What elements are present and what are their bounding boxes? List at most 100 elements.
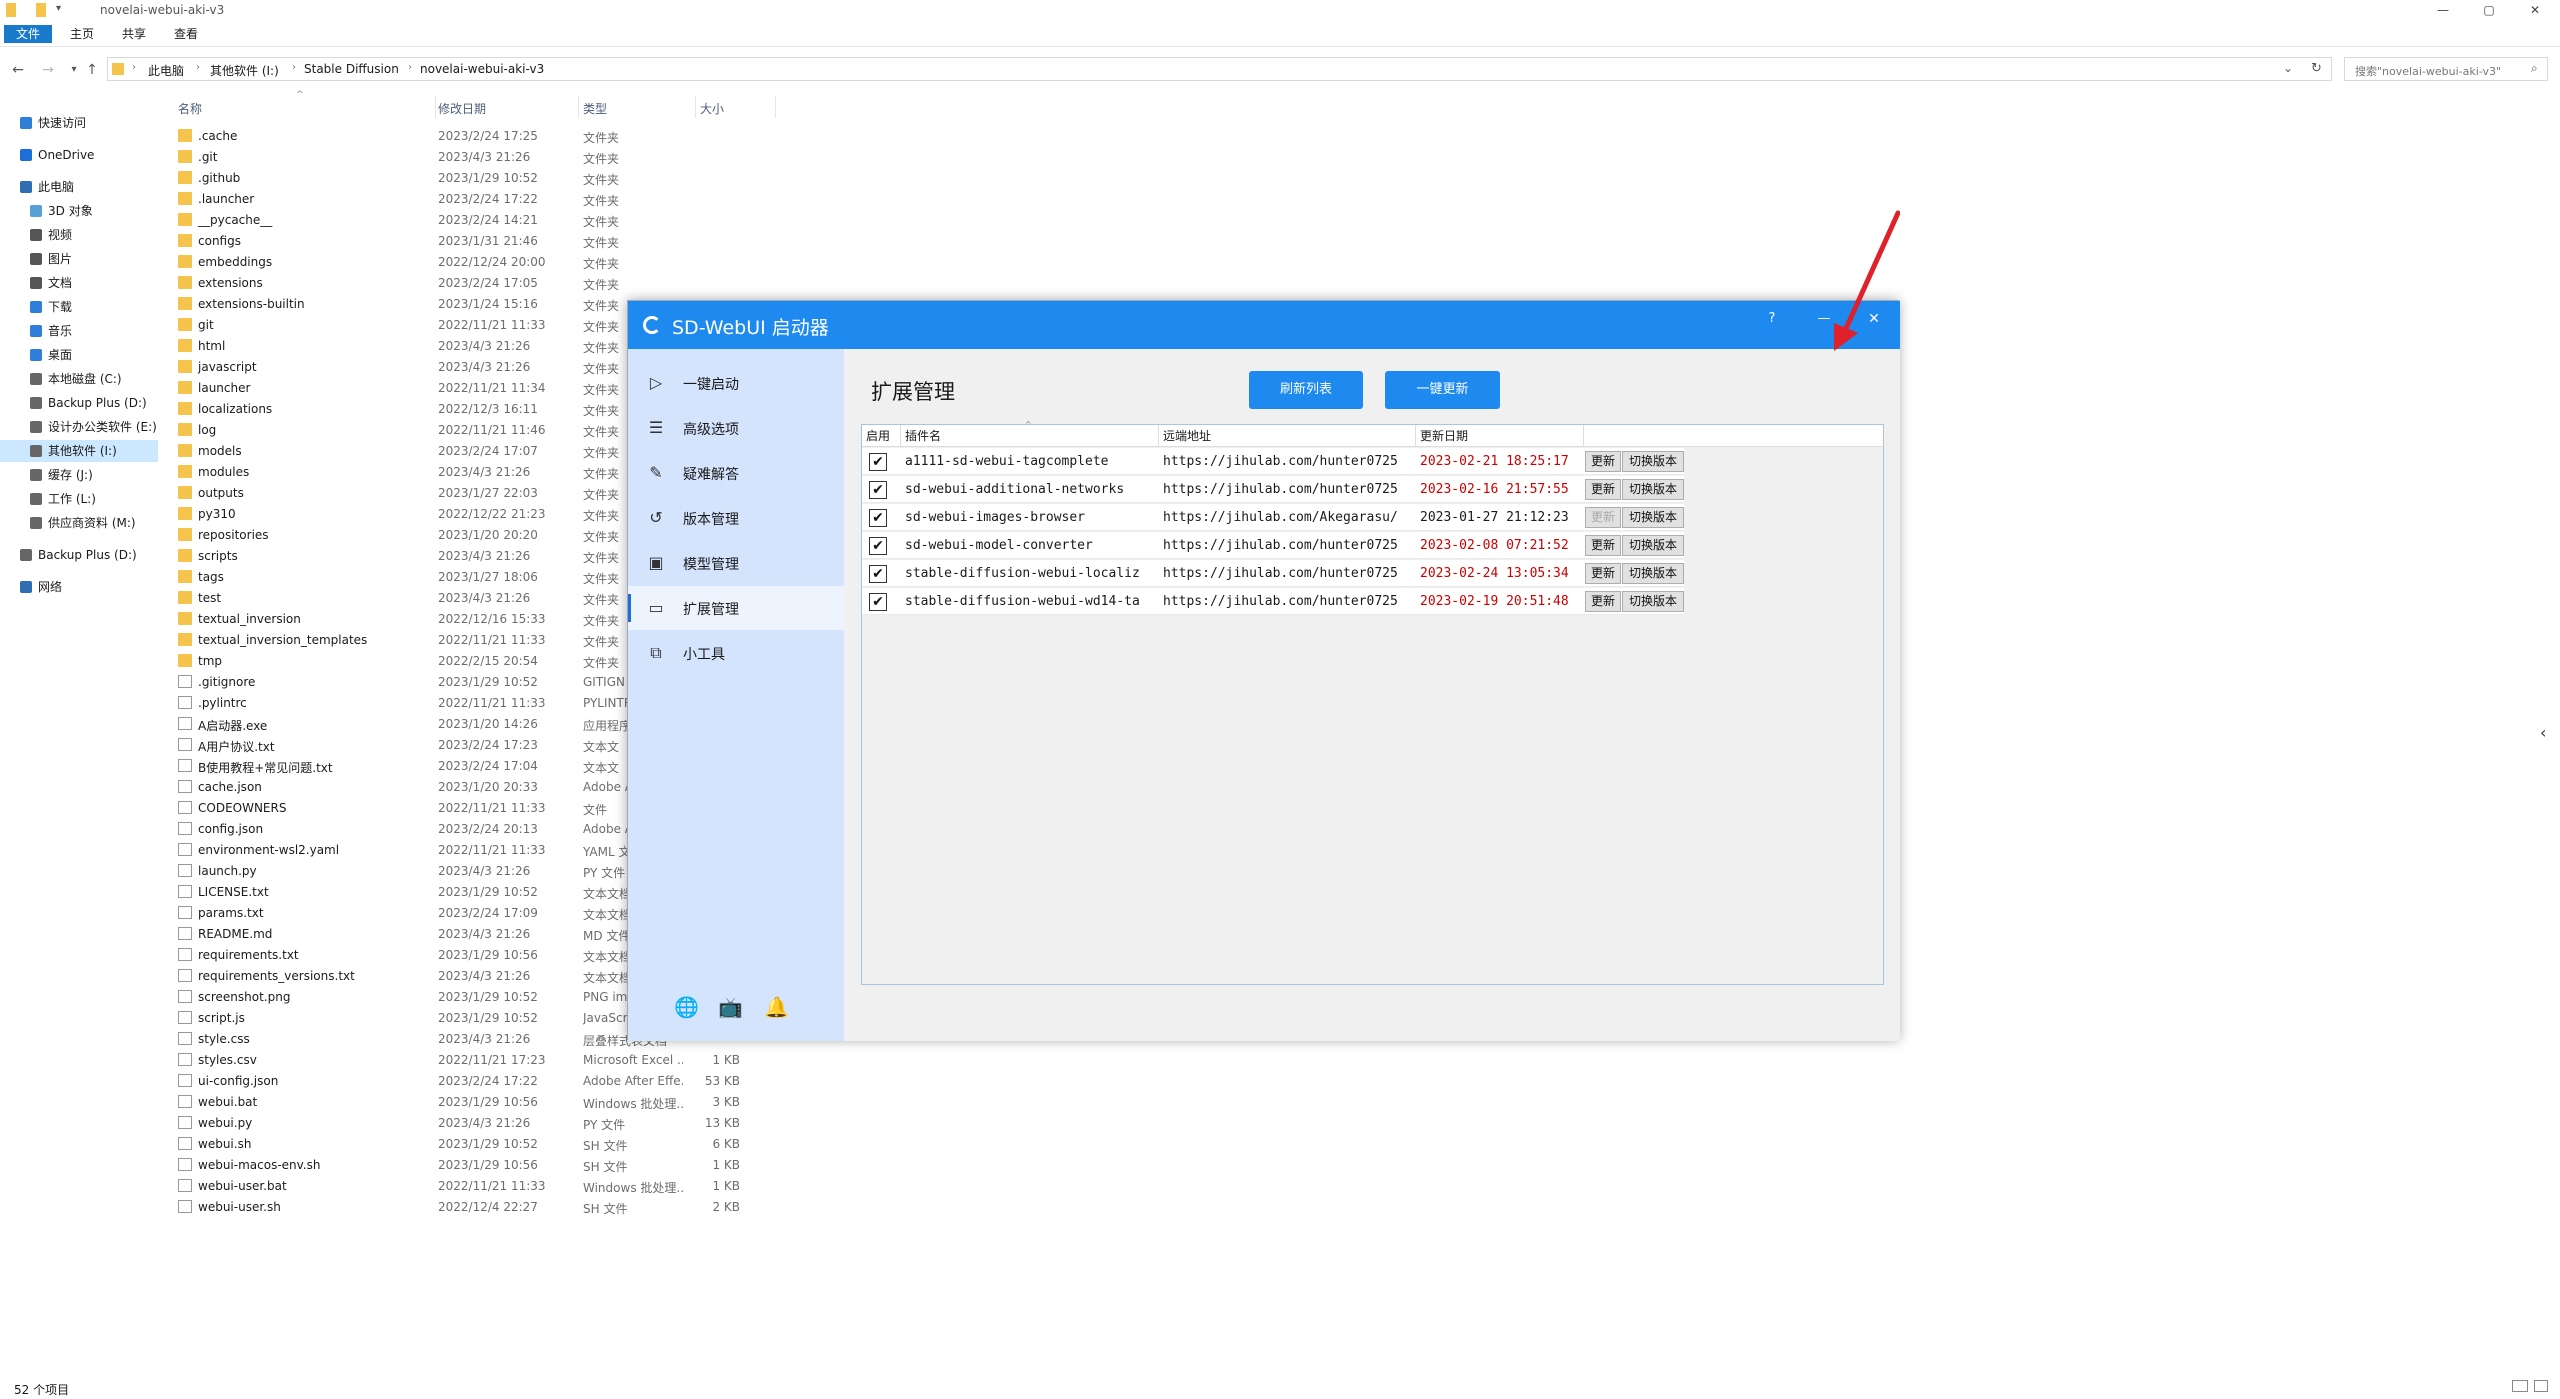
globe-icon[interactable]: 🌐 <box>674 995 699 1019</box>
nav-item[interactable]: 3D 对象 <box>0 200 158 222</box>
enable-checkbox[interactable]: ✔ <box>869 593 887 611</box>
sidebar-item[interactable]: ⧉ 小工具 <box>628 631 844 675</box>
column-divider[interactable] <box>578 96 579 118</box>
new-folder-icon[interactable] <box>36 3 46 17</box>
tiles-view-icon[interactable] <box>2534 1380 2548 1392</box>
switch-version-button[interactable]: 切换版本 <box>1622 479 1684 500</box>
file-row[interactable]: ui-config.json 2023/2/24 17:22 Adobe After… <box>170 1071 790 1092</box>
sidebar-item[interactable]: ▭ 扩展管理 <box>628 586 844 630</box>
header-enabled[interactable]: 启用 <box>862 425 901 447</box>
nav-item[interactable]: 缓存 (J:) <box>0 464 158 486</box>
column-divider[interactable] <box>695 96 696 118</box>
collapse-panel-icon[interactable]: ‹ <box>2540 723 2560 743</box>
switch-version-button[interactable]: 切换版本 <box>1622 451 1684 472</box>
nav-item[interactable]: 工作 (L:) <box>0 488 158 510</box>
search-icon[interactable]: ⌕ <box>2531 61 2538 76</box>
file-row[interactable]: .git 2023/4/3 21:26 文件夹 <box>170 147 790 168</box>
file-row[interactable]: configs 2023/1/31 21:46 文件夹 <box>170 231 790 252</box>
nav-item[interactable]: 供应商资料 (M:) <box>0 512 158 534</box>
update-button[interactable]: 更新 <box>1585 507 1621 528</box>
nav-item[interactable]: OneDrive <box>0 144 158 166</box>
header-update-date[interactable]: 更新日期 <box>1416 425 1584 447</box>
file-row[interactable]: webui-user.sh 2022/12/4 22:27 SH 文件 2 KB <box>170 1197 790 1218</box>
file-row[interactable]: webui-user.bat 2022/11/21 11:33 Windows 批处… <box>170 1176 790 1197</box>
refresh-icon[interactable]: ↻ <box>2311 61 2322 76</box>
bell-icon[interactable]: 🔔 <box>764 995 789 1019</box>
enable-checkbox[interactable]: ✔ <box>869 537 887 555</box>
switch-version-button[interactable]: 切换版本 <box>1622 535 1684 556</box>
nav-item[interactable]: 设计办公类软件 (E:) <box>0 416 158 438</box>
enable-checkbox[interactable]: ✔ <box>869 453 887 471</box>
nav-item[interactable]: Backup Plus (D:) <box>0 544 158 566</box>
breadcrumb-current[interactable]: novelai-webui-aki-v3 <box>420 62 544 76</box>
column-size[interactable]: 大小 <box>700 100 724 117</box>
file-row[interactable]: __pycache__ 2023/2/24 14:21 文件夹 <box>170 210 790 231</box>
file-row[interactable]: .github 2023/1/29 10:52 文件夹 <box>170 168 790 189</box>
update-button[interactable]: 更新 <box>1585 563 1621 584</box>
tab-share[interactable]: 共享 <box>110 25 158 43</box>
switch-version-button[interactable]: 切换版本 <box>1622 507 1684 528</box>
file-row[interactable]: embeddings 2022/12/24 20:00 文件夹 <box>170 252 790 273</box>
help-button[interactable]: ? <box>1761 311 1783 326</box>
breadcrumb-folder[interactable]: Stable Diffusion <box>304 62 399 76</box>
file-row[interactable]: .cache 2023/2/24 17:25 文件夹 <box>170 126 790 147</box>
sidebar-item[interactable]: ☰ 高级选项 <box>628 406 844 450</box>
update-button[interactable]: 更新 <box>1585 451 1621 472</box>
sidebar-item[interactable]: ▷ 一键启动 <box>628 361 844 405</box>
back-arrow-icon[interactable]: ← <box>10 62 26 78</box>
tab-view[interactable]: 查看 <box>162 25 210 43</box>
refresh-list-button[interactable]: 刷新列表 <box>1249 371 1363 409</box>
close-button[interactable]: ✕ <box>2512 0 2558 20</box>
maximize-button[interactable]: ▢ <box>2466 0 2512 20</box>
nav-item[interactable]: 文档 <box>0 272 158 294</box>
address-dropdown-icon[interactable]: ⌄ <box>2283 61 2293 75</box>
update-all-button[interactable]: 一键更新 <box>1385 371 1500 409</box>
nav-item[interactable]: 此电脑 <box>0 176 158 198</box>
tab-home[interactable]: 主页 <box>58 25 106 43</box>
breadcrumb-this-pc[interactable]: 此电脑 <box>148 62 184 79</box>
recent-dropdown-icon[interactable]: ▾ <box>66 62 82 78</box>
switch-version-button[interactable]: 切换版本 <box>1622 591 1684 612</box>
minimize-button[interactable]: — <box>2420 0 2466 20</box>
file-row[interactable]: extensions 2023/2/24 17:05 文件夹 <box>170 273 790 294</box>
nav-item[interactable]: 桌面 <box>0 344 158 366</box>
details-view-icon[interactable] <box>2512 1380 2528 1392</box>
column-name[interactable]: 名称 <box>178 100 202 117</box>
nav-item[interactable]: 视频 <box>0 224 158 246</box>
enable-checkbox[interactable]: ✔ <box>869 509 887 527</box>
column-date[interactable]: 修改日期 <box>438 100 486 117</box>
enable-checkbox[interactable]: ✔ <box>869 481 887 499</box>
update-button[interactable]: 更新 <box>1585 535 1621 556</box>
nav-item[interactable]: Backup Plus (D:) <box>0 392 158 414</box>
file-row[interactable]: .launcher 2023/2/24 17:22 文件夹 <box>170 189 790 210</box>
file-row[interactable]: webui-macos-env.sh 2023/1/29 10:56 SH 文件 1 … <box>170 1155 790 1176</box>
update-button[interactable]: 更新 <box>1585 479 1621 500</box>
nav-item[interactable]: 图片 <box>0 248 158 270</box>
nav-item[interactable]: 本地磁盘 (C:) <box>0 368 158 390</box>
column-type[interactable]: 类型 <box>583 100 607 117</box>
up-arrow-icon[interactable]: ↑ <box>84 62 100 78</box>
sidebar-item[interactable]: ✎ 疑难解答 <box>628 451 844 495</box>
column-divider[interactable] <box>435 96 436 118</box>
switch-version-button[interactable]: 切换版本 <box>1622 563 1684 584</box>
forward-arrow-icon[interactable]: → <box>40 62 56 78</box>
file-row[interactable]: webui.bat 2023/1/29 10:56 Windows 批处理... 3 … <box>170 1092 790 1113</box>
bilibili-icon[interactable]: 📺 <box>718 995 743 1019</box>
sidebar-item[interactable]: ↺ 版本管理 <box>628 496 844 540</box>
update-button[interactable]: 更新 <box>1585 591 1621 612</box>
address-bar[interactable]: › 此电脑 › 其他软件 (I:) › Stable Diffusion › n… <box>107 57 2332 81</box>
sidebar-item[interactable]: ▣ 模型管理 <box>628 541 844 585</box>
nav-item[interactable]: 下载 <box>0 296 158 318</box>
quick-access-dropdown-icon[interactable]: ▾ <box>56 3 68 17</box>
column-divider[interactable] <box>775 96 776 118</box>
file-row[interactable]: webui.sh 2023/1/29 10:52 SH 文件 6 KB <box>170 1134 790 1155</box>
enable-checkbox[interactable]: ✔ <box>869 565 887 583</box>
tab-file[interactable]: 文件 <box>4 25 53 43</box>
search-input[interactable]: 搜索"novelai-webui-aki-v3" ⌕ <box>2344 57 2548 81</box>
nav-item[interactable]: 网络 <box>0 576 158 598</box>
nav-item[interactable]: 其他软件 (I:) <box>0 440 158 462</box>
breadcrumb-drive[interactable]: 其他软件 (I:) <box>210 62 279 79</box>
file-row[interactable]: webui.py 2023/4/3 21:26 PY 文件 13 KB <box>170 1113 790 1134</box>
file-row[interactable]: styles.csv 2022/11/21 17:23 Microsoft Exce… <box>170 1050 790 1071</box>
nav-item[interactable]: 音乐 <box>0 320 158 342</box>
